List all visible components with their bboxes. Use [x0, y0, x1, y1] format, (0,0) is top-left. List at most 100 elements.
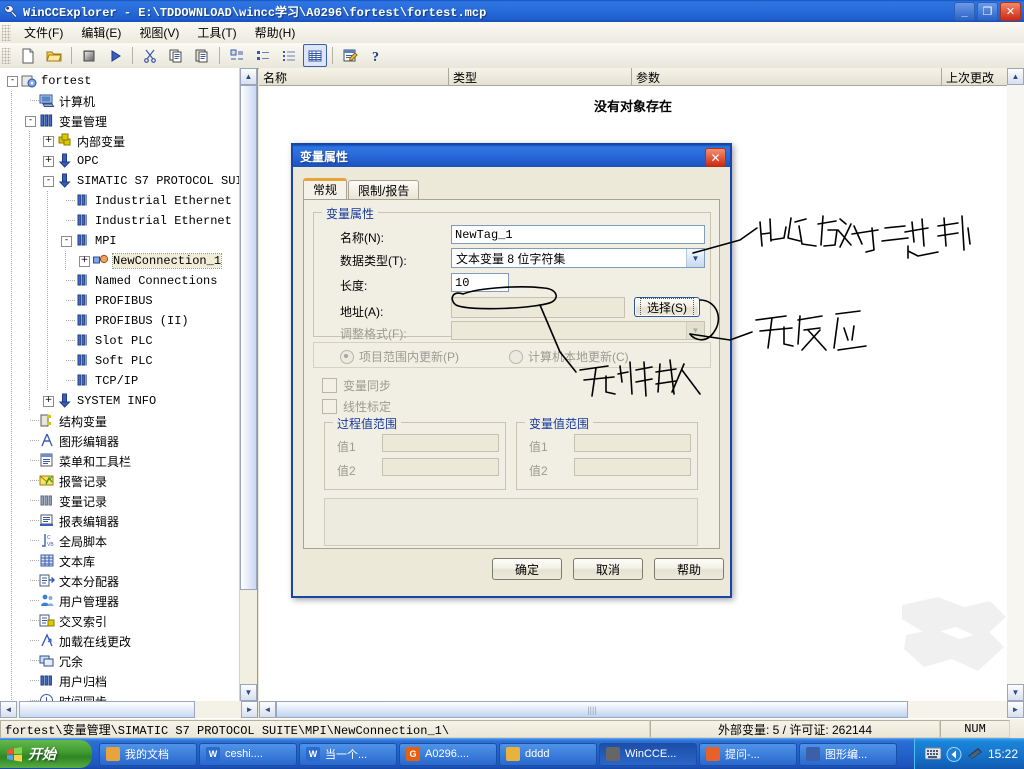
menu-edit[interactable]: 编辑(E) [72, 22, 130, 43]
project-tree[interactable]: -fortest计算机-变量管理+内部变量+OPC-SIMATIC S7 PRO… [0, 68, 236, 711]
tree-expander-cell[interactable]: - [22, 111, 39, 131]
list-icon[interactable] [277, 44, 301, 67]
taskbar-task[interactable]: GA0296.... [399, 743, 497, 766]
select-button[interactable]: 选择(S) [634, 297, 700, 317]
media-icon[interactable] [946, 747, 962, 761]
tree-vertical-scrollbar[interactable]: ▲ ▼ [239, 68, 257, 701]
cancel-button[interactable]: 取消 [573, 558, 643, 580]
collapse-icon[interactable]: - [61, 236, 72, 247]
datatype-combo[interactable]: 文本变量 8 位字符集 ▼ [451, 248, 705, 268]
details-icon[interactable] [303, 44, 327, 67]
tree-item-[interactable]: CVB全局脚本 [0, 531, 236, 551]
radio-computer-local-update[interactable]: 计算机本地更新(C) [509, 348, 629, 365]
stop-icon[interactable] [77, 44, 101, 67]
large-icons-icon[interactable] [225, 44, 249, 67]
close-button[interactable]: ✕ [1000, 2, 1021, 21]
tree-item-[interactable]: 文本库 [0, 551, 236, 571]
list-scroll-left-button[interactable]: ◄ [259, 701, 276, 718]
list-scroll-down-button[interactable]: ▼ [1007, 684, 1024, 701]
taskbar-task[interactable]: 我的文档 [99, 743, 197, 766]
address-input[interactable] [451, 297, 625, 318]
tree-item-[interactable]: 报表编辑器 [0, 511, 236, 531]
tab-limits-reporting[interactable]: 限制/报告 [348, 180, 419, 199]
list-vertical-scrollbar[interactable]: ▲ ▼ [1007, 68, 1024, 701]
list-hscroll-thumb[interactable]: |||| [276, 701, 908, 718]
tree-item-[interactable]: 用户归档 [0, 671, 236, 691]
minimize-button[interactable]: _ [954, 2, 975, 21]
tree-item-[interactable]: 菜单和工具栏 [0, 451, 236, 471]
network-icon[interactable] [967, 747, 983, 761]
tree-scroll-right-button[interactable]: ► [241, 701, 258, 718]
new-icon[interactable] [16, 44, 40, 67]
tree-hscroll-thumb[interactable] [19, 701, 195, 718]
process-value2-input[interactable] [382, 458, 499, 476]
tree-scroll-thumb[interactable] [240, 85, 257, 590]
tree-expander-cell[interactable]: - [4, 71, 21, 91]
tree-expander-cell[interactable]: - [40, 171, 57, 191]
keyboard-icon[interactable] [925, 747, 941, 761]
chevron-down-icon[interactable]: ▼ [686, 249, 704, 267]
tree-item-profibus[interactable]: PROFIBUS [0, 291, 236, 311]
name-input[interactable]: NewTag_1 [451, 225, 705, 244]
run-icon[interactable] [103, 44, 127, 67]
tree-item-opc[interactable]: +OPC [0, 151, 236, 171]
help-button[interactable]: 帮助 [654, 558, 724, 580]
taskbar-task[interactable]: W当一个... [299, 743, 397, 766]
list-column-header[interactable]: 参数 [632, 68, 942, 85]
expand-icon[interactable]: + [43, 136, 54, 147]
maximize-button[interactable]: ❐ [977, 2, 998, 21]
tree-item-simatic-s7-protocol-suite[interactable]: -SIMATIC S7 PROTOCOL SUITE [0, 171, 236, 191]
tree-item-[interactable]: 计算机 [0, 91, 236, 111]
ok-button[interactable]: 确定 [492, 558, 562, 580]
tree-item-industrial-ethernet[interactable]: Industrial Ethernet [0, 191, 236, 211]
tree-item-[interactable]: 交叉索引 [0, 611, 236, 631]
tree-scroll-up-button[interactable]: ▲ [240, 68, 257, 85]
list-scroll-up-button[interactable]: ▲ [1007, 68, 1024, 85]
expand-icon[interactable]: + [79, 256, 90, 267]
length-input[interactable]: 10 [451, 273, 509, 292]
list-column-header[interactable]: 名称 [259, 68, 449, 85]
expand-icon[interactable]: + [43, 156, 54, 167]
tree-item-[interactable]: 结构变量 [0, 411, 236, 431]
tree-item-soft-plc[interactable]: Soft PLC [0, 351, 236, 371]
tree-item-[interactable]: -变量管理 [0, 111, 236, 131]
checkbox-linear-scaling[interactable]: 线性标定 [322, 398, 391, 415]
taskbar-task[interactable]: 图形编... [799, 743, 897, 766]
tree-item-[interactable]: 变量记录 [0, 491, 236, 511]
tree-expander-cell[interactable]: - [58, 231, 75, 251]
open-folder-icon[interactable] [42, 44, 66, 67]
taskbar-clock[interactable]: 15:22 [988, 747, 1018, 761]
expand-icon[interactable]: + [43, 396, 54, 407]
radio-project-wide-update[interactable]: 项目范围内更新(P) [340, 348, 459, 365]
cut-icon[interactable] [138, 44, 162, 67]
taskbar-task[interactable]: WinCCE... [599, 743, 697, 766]
collapse-icon[interactable]: - [43, 176, 54, 187]
list-scroll-right-button[interactable]: ► [1007, 701, 1024, 718]
tree-expander-cell[interactable]: + [40, 131, 57, 151]
taskbar-task[interactable]: dddd [499, 743, 597, 766]
help-icon[interactable]: ? [364, 44, 388, 67]
format-combo[interactable]: ▼ [451, 321, 705, 340]
collapse-icon[interactable]: - [7, 76, 18, 87]
tab-general[interactable]: 常规 [303, 178, 347, 199]
properties-icon[interactable] [338, 44, 362, 67]
tree-item-[interactable]: 用户管理器 [0, 591, 236, 611]
list-column-header[interactable]: 类型 [449, 68, 632, 85]
tag-value2-input[interactable] [574, 458, 691, 476]
tree-item-[interactable]: 加载在线更改 [0, 631, 236, 651]
tree-horizontal-scrollbar[interactable]: ◄ ► [0, 701, 258, 718]
tree-item-profibus-ii[interactable]: PROFIBUS (II) [0, 311, 236, 331]
tree-expander-cell[interactable]: + [76, 251, 93, 271]
tree-item-fortest[interactable]: -fortest [0, 71, 236, 91]
small-icons-icon[interactable] [251, 44, 275, 67]
toolbar-gripper[interactable] [2, 48, 11, 64]
menu-gripper[interactable] [2, 25, 11, 41]
checkbox-tag-sync[interactable]: 变量同步 [322, 377, 391, 394]
tree-item-[interactable]: 报警记录 [0, 471, 236, 491]
taskbar-task[interactable]: 提问-... [699, 743, 797, 766]
tree-item-[interactable]: 图形编辑器 [0, 431, 236, 451]
tree-item-[interactable]: 冗余 [0, 651, 236, 671]
tree-item-industrial-ethernet-ii[interactable]: Industrial Ethernet (II) [0, 211, 236, 231]
tree-expander-cell[interactable]: + [40, 391, 57, 411]
tree-item-tcp-ip[interactable]: TCP/IP [0, 371, 236, 391]
